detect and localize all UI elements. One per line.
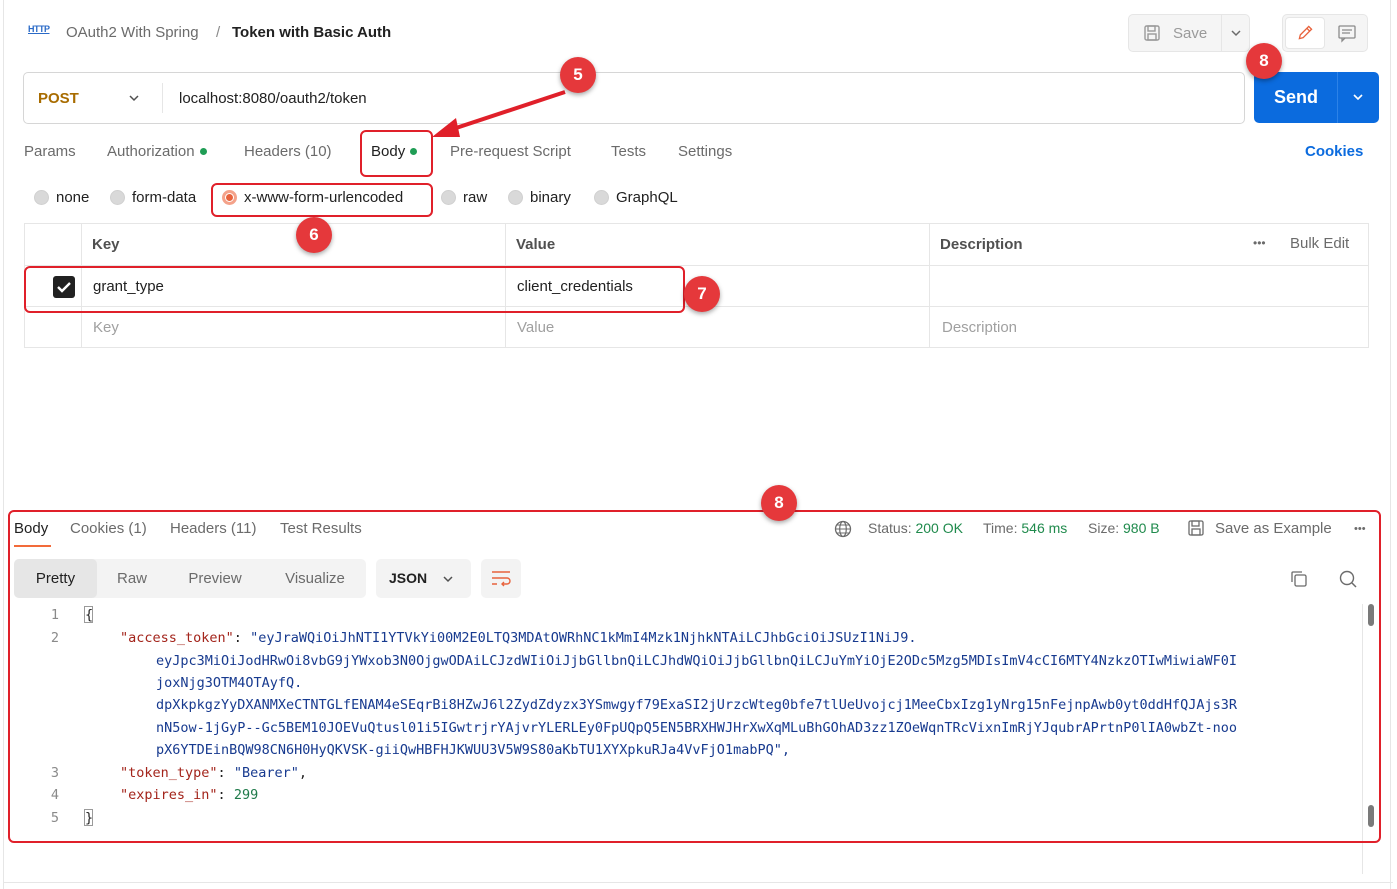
edit-mode-button[interactable]: [1285, 17, 1325, 49]
bulk-edit-button[interactable]: Bulk Edit: [1290, 235, 1349, 252]
breadcrumb-request-name[interactable]: Token with Basic Auth: [232, 24, 391, 41]
annotation-badge-8-response: 8: [761, 485, 797, 521]
annotation-box-response: [8, 510, 1381, 843]
radio-label: raw: [463, 189, 488, 206]
cookies-link[interactable]: Cookies: [1305, 143, 1363, 160]
tab-label: Params: [24, 143, 76, 160]
tab-label: Authorization: [107, 143, 195, 160]
radio-circle: [508, 190, 523, 205]
send-label: Send: [1274, 87, 1319, 107]
radio-label: binary: [530, 189, 571, 206]
view-mode-toggle: [1282, 14, 1368, 52]
more-options-icon[interactable]: •••: [1253, 236, 1266, 250]
cell-key: Key: [81, 307, 505, 348]
status-dot: [199, 147, 207, 155]
tab-label: Headers: [244, 143, 301, 160]
comments-button[interactable]: [1329, 17, 1365, 49]
method-select[interactable]: POST: [38, 90, 79, 107]
annotation-box-urlencoded: [211, 183, 433, 217]
url-input[interactable]: localhost:8080/oauth2/token: [179, 90, 367, 107]
chevron-down-icon[interactable]: [1228, 25, 1244, 41]
breadcrumb-collection[interactable]: OAuth2 With Spring: [66, 24, 199, 41]
http-request-icon: HTTP: [28, 24, 50, 34]
radio-circle: [110, 190, 125, 205]
chevron-down-icon[interactable]: [126, 90, 142, 106]
param-description-input[interactable]: [929, 266, 1368, 306]
annotation-badge-6: 6: [296, 217, 332, 253]
annotation-badge-7: 7: [684, 276, 720, 312]
new-key-input[interactable]: Key: [93, 319, 119, 336]
send-divider: [1337, 72, 1338, 123]
save-divider: [1221, 15, 1222, 51]
radio-label: form-data: [132, 189, 197, 206]
cell-value: Value: [505, 307, 929, 348]
chevron-down-icon[interactable]: [1350, 89, 1366, 105]
comment-icon: [1338, 25, 1356, 43]
radio-none[interactable]: none: [34, 189, 89, 206]
url-divider: [162, 83, 163, 113]
tab-authorization[interactable]: Authorization: [107, 143, 207, 160]
column-header-description: Description: [940, 236, 1023, 253]
header-cell-key: Key: [81, 224, 505, 265]
radio-label: none: [56, 189, 90, 206]
radio-form-data[interactable]: form-data: [110, 189, 196, 206]
table-row-new: Key Value Description: [25, 307, 1368, 348]
tab-settings[interactable]: Settings: [678, 143, 732, 160]
header-cell-description: Description: [929, 224, 1239, 265]
tab-tests[interactable]: Tests: [611, 143, 646, 160]
radio-graphql[interactable]: GraphQL: [594, 189, 678, 206]
annotation-arrow: [432, 90, 566, 137]
radio-raw[interactable]: raw: [441, 189, 487, 206]
send-button[interactable]: Send: [1254, 72, 1379, 123]
header-cell-actions: ••• Bulk Edit: [1239, 224, 1368, 265]
annotation-box-param-row: [24, 266, 685, 313]
cell-description: Description: [929, 307, 1368, 348]
header-cell-value: Value: [505, 224, 929, 265]
save-icon: [1144, 25, 1160, 41]
new-value-input[interactable]: Value: [517, 319, 554, 336]
radio-circle: [594, 190, 609, 205]
pencil-icon: [1298, 25, 1313, 40]
url-bar: POST localhost:8080/oauth2/token: [23, 72, 1245, 124]
annotation-badge-8-send: 8: [1246, 43, 1282, 79]
breadcrumb-separator: /: [216, 24, 221, 41]
window-border-bottom: [3, 882, 1393, 883]
radio-label: GraphQL: [616, 189, 678, 206]
column-header-key: Key: [92, 236, 120, 253]
radio-circle: [34, 190, 49, 205]
tab-params[interactable]: Params: [24, 143, 76, 160]
annotation-badge-5: 5: [560, 57, 596, 93]
column-header-value: Value: [516, 236, 556, 253]
window-border-left: [3, 0, 4, 889]
new-description-input[interactable]: Description: [942, 319, 1017, 336]
save-button[interactable]: Save: [1128, 14, 1250, 52]
tab-headers[interactable]: Headers (10): [244, 143, 332, 160]
radio-circle: [441, 190, 456, 205]
radio-binary[interactable]: binary: [508, 189, 571, 206]
window-border-right: [1390, 0, 1391, 889]
tab-label: Settings: [678, 143, 733, 160]
table-header-row: Key Value Description ••• Bulk Edit: [25, 224, 1368, 266]
tab-label: Tests: [611, 143, 647, 160]
save-label: Save: [1173, 24, 1208, 42]
tab-count: (10): [304, 143, 332, 160]
